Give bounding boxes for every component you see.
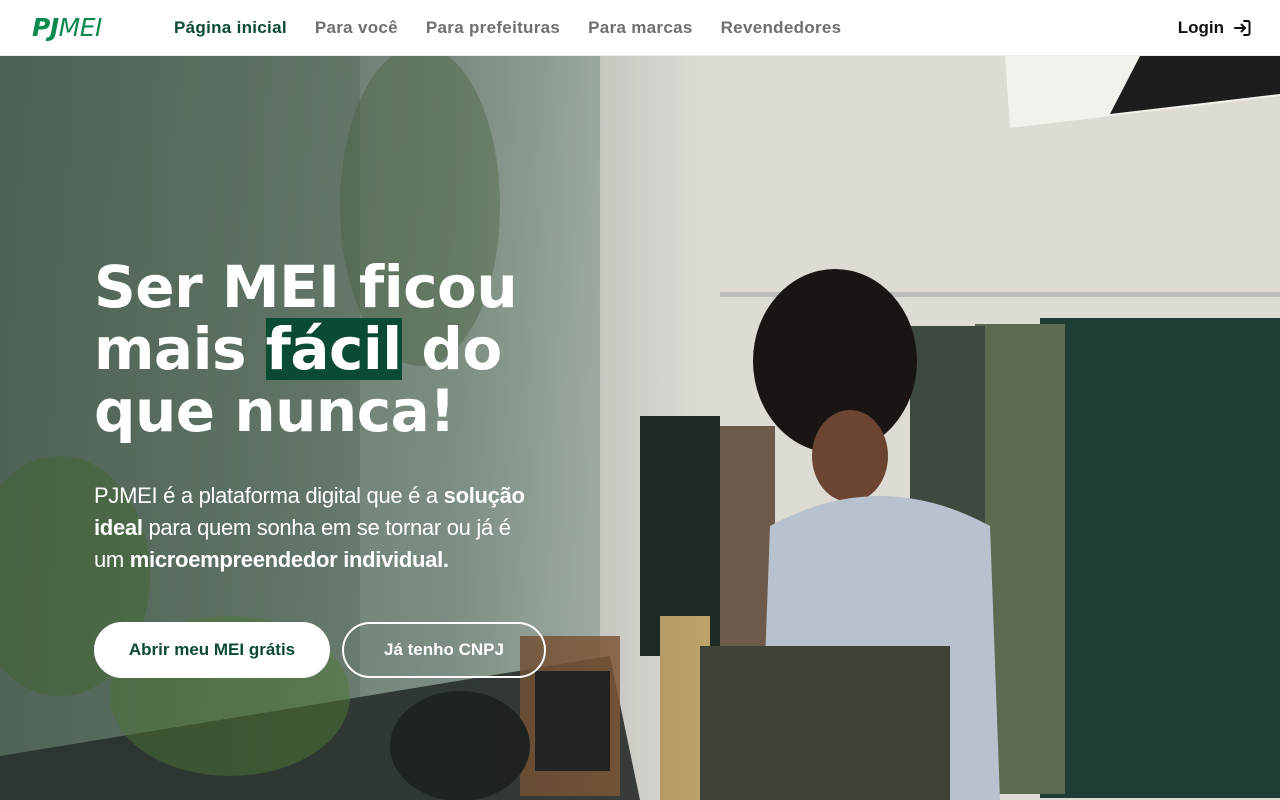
login-link[interactable]: Login [1178,0,1252,56]
nav-item-para-voce[interactable]: Para você [315,18,398,38]
subtext-part-1: PJMEI é a plataforma digital que é a [94,483,444,508]
nav-item-pagina-inicial[interactable]: Página inicial [174,18,287,38]
headline-line-2-pre: mais [94,315,266,383]
nav-item-para-marcas[interactable]: Para marcas [588,18,692,38]
nav-item-para-prefeituras[interactable]: Para prefeituras [426,18,560,38]
headline-line-2: mais fácil do [94,318,554,380]
headline-line-1: Ser MEI ficou [94,253,518,321]
hero-headline: Ser MEI ficou mais fácil do que nunca! [94,256,554,442]
nav-item-revendedores[interactable]: Revendedores [721,18,842,38]
hero-content: Ser MEI ficou mais fácil do que nunca! P… [94,256,554,576]
headline-line-3: que nunca! [94,377,456,445]
top-navbar: PJMEI Página inicial Para você Para pref… [0,0,1280,56]
hero-subtext: PJMEI é a plataforma digital que é a sol… [94,480,544,576]
logo-mei: MEI [58,13,103,42]
pjmei-logo[interactable]: PJMEI [32,14,102,42]
subtext-bold-2: microempreendedor individual. [129,547,449,572]
login-label: Login [1177,18,1224,37]
login-arrow-icon [1234,20,1251,36]
headline-line-2-post: do [401,315,502,383]
hero-cta-row: Abrir meu MEI grátis Já tenho CNPJ [94,622,546,678]
hero-section: Ser MEI ficou mais fácil do que nunca! P… [0,56,1280,800]
logo-pj: PJ [32,13,59,42]
main-nav: Página inicial Para você Para prefeitura… [174,0,841,56]
headline-highlight: fácil [265,315,402,383]
have-cnpj-button[interactable]: Já tenho CNPJ [342,622,546,678]
open-mei-button[interactable]: Abrir meu MEI grátis [94,622,330,678]
